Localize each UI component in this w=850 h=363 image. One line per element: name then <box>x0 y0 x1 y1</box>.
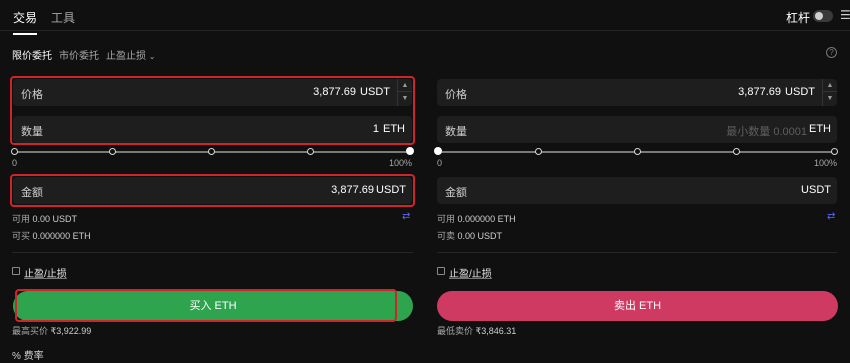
buy-amount-field[interactable]: 金额 3,877.69 USDT <box>13 177 412 204</box>
sell-divider <box>437 252 837 253</box>
buy-qty-field[interactable]: 数量 1 ETH <box>13 116 412 143</box>
buy-can-buy: 可买 0.000000 ETH <box>12 229 91 242</box>
order-type-stop-label: 止盈止损 <box>106 51 146 62</box>
buy-max-price-label: 最高买价 <box>12 326 49 336</box>
buy-price-value[interactable]: 3,877.69 <box>313 86 356 98</box>
sell-slider-mark-50[interactable] <box>634 148 641 155</box>
sell-price-field[interactable]: 价格 3,877.69 USDT ▲ ▼ <box>437 79 837 106</box>
buy-price-field[interactable]: 价格 3,877.69 USDT ▲ ▼ <box>13 79 412 106</box>
sell-can-sell-value: 0.00 USDT <box>457 231 503 241</box>
sell-amount-field[interactable]: 金额 USDT <box>437 177 837 204</box>
sell-eth-button[interactable]: 卖出 ETH <box>437 291 838 321</box>
buy-slider-max-label: 100% <box>389 158 413 168</box>
sell-price-unit: USDT <box>785 86 815 98</box>
order-type-market[interactable]: 市价委托 <box>59 47 99 62</box>
buy-price-label: 价格 <box>21 89 43 101</box>
sell-slider-handle[interactable] <box>434 147 442 155</box>
stepper-up-icon[interactable]: ▲ <box>823 79 837 92</box>
sell-price-value[interactable]: 3,877.69 <box>738 86 781 98</box>
menu-icon[interactable]: ☰ <box>840 8 850 22</box>
sell-min-price: 最低卖价 ₹3,846.31 <box>437 324 516 337</box>
leverage-label: 杠杆 <box>786 11 811 25</box>
sell-min-price-label: 最低卖价 <box>437 326 474 336</box>
buy-tpsl-checkbox[interactable] <box>12 267 20 275</box>
buy-amount-unit: USDT <box>376 184 406 196</box>
sell-amount-unit: USDT <box>801 184 831 196</box>
buy-can-buy-value: 0.000000 ETH <box>32 231 91 241</box>
order-type-limit[interactable]: 限价委托 <box>12 47 52 62</box>
sell-slider-max-label: 100% <box>814 158 838 168</box>
percent-icon: % <box>12 351 21 362</box>
tab-tools[interactable]: 工具 <box>51 9 75 26</box>
buy-divider <box>12 252 413 253</box>
swap-icon[interactable]: ⇄ <box>827 211 835 222</box>
buy-available-value: 0.00 USDT <box>32 214 78 224</box>
buy-slider-mark-100[interactable] <box>406 147 414 155</box>
buy-amount-value[interactable]: 3,877.69 <box>331 184 374 196</box>
buy-max-price-value: ₹3,922.99 <box>50 326 92 336</box>
fee-rate[interactable]: % 费率 <box>12 347 44 362</box>
help-icon[interactable]: ? <box>826 47 837 58</box>
sell-available: 可用 0.000000 ETH <box>437 212 516 225</box>
sell-available-value: 0.000000 ETH <box>457 214 516 224</box>
buy-button-highlight <box>15 289 397 322</box>
sell-tpsl-label[interactable]: 止盈/止损 <box>449 265 492 280</box>
buy-available: 可用 0.00 USDT <box>12 212 77 225</box>
buy-qty-unit: ETH <box>383 123 405 135</box>
sell-qty-unit: ETH <box>809 123 831 135</box>
tab-trade[interactable]: 交易 <box>13 9 38 35</box>
sell-qty-field[interactable]: 数量 最小数量 0.0001 ETH <box>437 116 837 143</box>
buy-slider-mark-75[interactable] <box>307 148 314 155</box>
buy-qty-value[interactable]: 1 <box>373 123 379 135</box>
sell-slider-mark-75[interactable] <box>733 148 740 155</box>
stepper-down-icon[interactable]: ▼ <box>398 92 412 105</box>
sell-slider-mark-100[interactable] <box>831 148 838 155</box>
sell-slider-min-label: 0 <box>437 158 443 168</box>
sell-price-label: 价格 <box>445 89 467 101</box>
buy-slider-mark-25[interactable] <box>109 148 116 155</box>
order-type-stop-dropdown[interactable]: 止盈止损 ⌄ <box>106 47 155 62</box>
buy-price-unit: USDT <box>360 86 390 98</box>
sell-available-label: 可用 <box>437 214 456 224</box>
sell-can-sell: 可卖 0.00 USDT <box>437 229 502 242</box>
buy-available-label: 可用 <box>12 214 31 224</box>
fee-label: 费率 <box>23 351 44 362</box>
swap-icon[interactable]: ⇄ <box>402 211 410 222</box>
buy-qty-label: 数量 <box>21 126 43 138</box>
buy-price-stepper[interactable]: ▲ ▼ <box>397 79 412 106</box>
sell-min-price-value: ₹3,846.31 <box>475 326 517 336</box>
sell-slider-mark-25[interactable] <box>535 148 542 155</box>
chevron-down-icon: ⌄ <box>148 52 156 61</box>
buy-slider-mark-50[interactable] <box>208 148 215 155</box>
sell-can-sell-label: 可卖 <box>437 231 456 241</box>
sell-price-stepper[interactable]: ▲ ▼ <box>822 79 837 106</box>
buy-slider-min-label: 0 <box>12 158 18 168</box>
top-tab-bar <box>0 0 850 31</box>
stepper-up-icon[interactable]: ▲ <box>398 79 412 92</box>
stepper-down-icon[interactable]: ▼ <box>823 92 837 105</box>
sell-tpsl-checkbox[interactable] <box>437 267 445 275</box>
sell-amount-label: 金额 <box>445 187 467 199</box>
buy-max-price: 最高买价 ₹3,922.99 <box>12 324 91 337</box>
sell-qty-label: 数量 <box>445 126 467 138</box>
buy-tpsl-label[interactable]: 止盈/止损 <box>24 265 67 280</box>
sell-qty-placeholder[interactable]: 最小数量 0.0001 <box>726 123 807 139</box>
buy-amount-label: 金额 <box>21 187 43 199</box>
buy-can-buy-label: 可买 <box>12 231 31 241</box>
leverage-toggle[interactable] <box>813 10 833 22</box>
buy-slider-handle[interactable] <box>11 148 18 155</box>
